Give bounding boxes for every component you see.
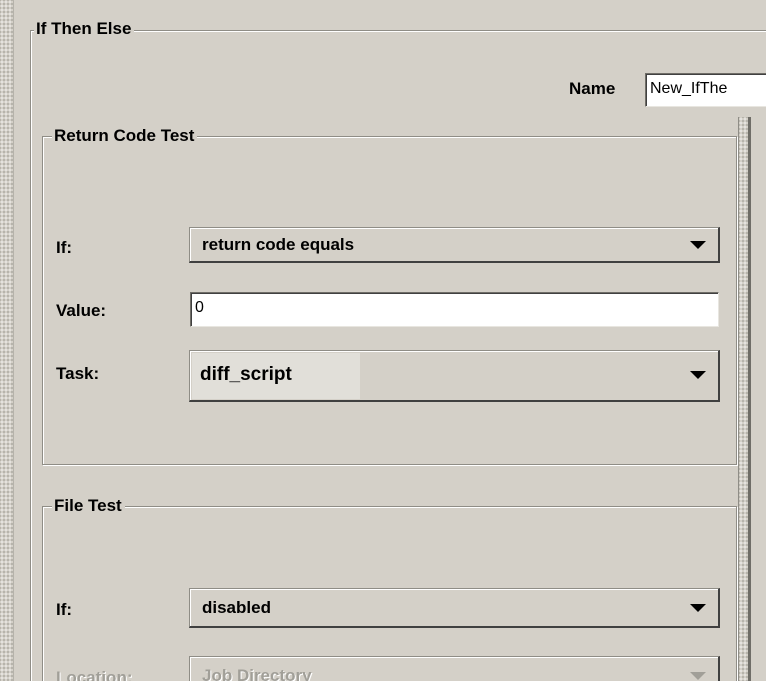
rc-value-label: Value: bbox=[56, 301, 107, 320]
return-code-test-title: Return Code Test bbox=[52, 126, 198, 146]
rc-task-dropdown[interactable]: diff_script bbox=[189, 350, 720, 402]
rc-if-label: If: bbox=[56, 238, 73, 257]
name-field[interactable]: New_IfThe bbox=[645, 73, 766, 107]
left-splitter-handle[interactable] bbox=[0, 0, 14, 681]
file-test-title: File Test bbox=[52, 496, 125, 516]
chevron-down-icon bbox=[690, 604, 706, 612]
ft-if-value: disabled bbox=[202, 598, 271, 617]
ft-location-label: Location: bbox=[56, 668, 133, 681]
chevron-down-icon bbox=[690, 371, 706, 379]
right-edge-bar bbox=[748, 117, 751, 681]
chevron-down-icon bbox=[690, 672, 706, 680]
rc-value-field[interactable]: 0 bbox=[190, 292, 719, 327]
rc-if-dropdown[interactable]: return code equals bbox=[189, 227, 720, 263]
ft-if-label: If: bbox=[56, 600, 73, 619]
rc-task-value: diff_script bbox=[200, 364, 292, 385]
ft-location-dropdown[interactable]: Job Directory bbox=[189, 656, 720, 681]
ft-location-value: Job Directory bbox=[202, 666, 312, 681]
right-splitter-handle[interactable] bbox=[738, 117, 748, 681]
if-then-else-editor: If Then Else Name New_IfThe Return Code … bbox=[0, 0, 766, 681]
name-label: Name bbox=[569, 79, 616, 98]
ft-if-dropdown[interactable]: disabled bbox=[189, 588, 720, 628]
rc-task-label: Task: bbox=[56, 364, 100, 383]
chevron-down-icon bbox=[690, 241, 706, 249]
rc-if-value: return code equals bbox=[202, 235, 355, 254]
if-then-else-title: If Then Else bbox=[34, 19, 135, 39]
